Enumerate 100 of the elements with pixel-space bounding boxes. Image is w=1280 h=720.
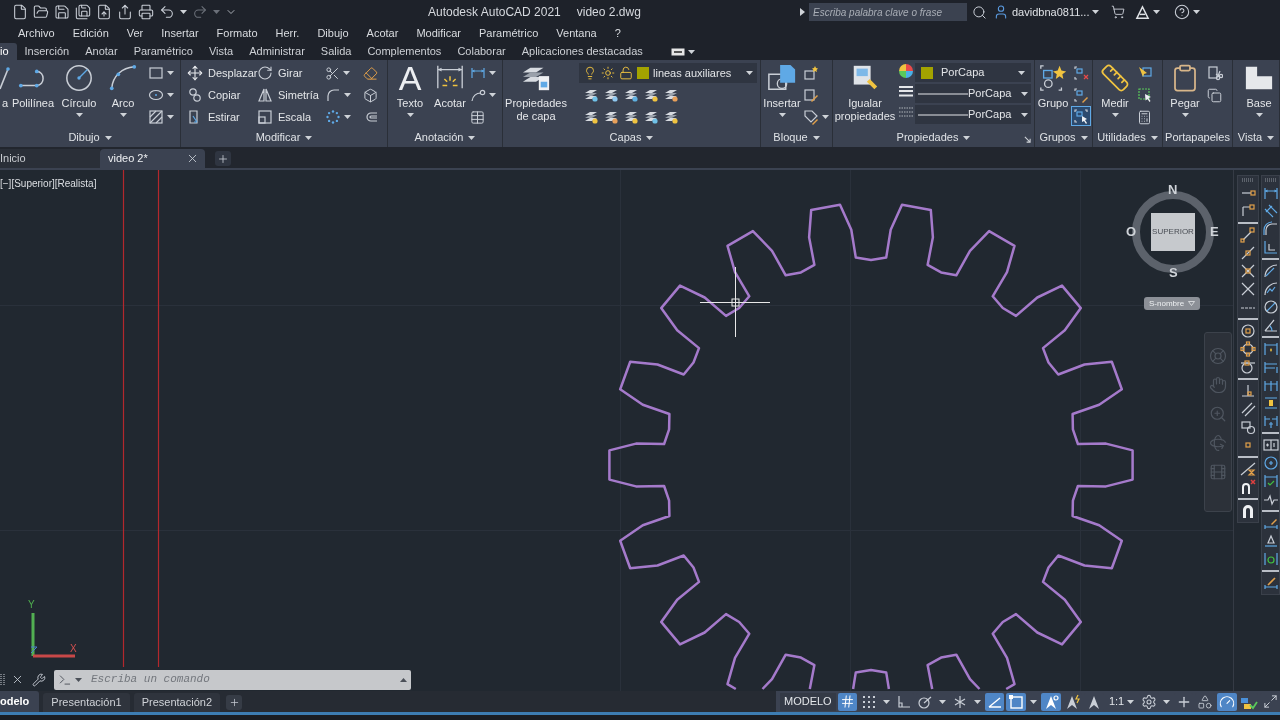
layer-dropdown[interactable]: lineas auxiliares [579, 63, 757, 83]
caret-icon[interactable] [1111, 113, 1119, 117]
ribbon-tool-button[interactable]: Estirar [187, 106, 240, 128]
caret-icon[interactable] [1153, 10, 1161, 14]
compass-letter[interactable]: N [1168, 183, 1178, 197]
ribbon-tab[interactable]: Inserción [16, 43, 78, 60]
line-hourglass-icon[interactable] [1240, 461, 1256, 477]
printer-icon[interactable] [138, 4, 154, 20]
ribbon-button[interactable]: Medir [1093, 60, 1137, 128]
caret-icon[interactable] [1021, 112, 1028, 117]
lineweight-dropdown[interactable]: PorCapa [915, 105, 1031, 124]
ribbon-button[interactable]: Base [1239, 60, 1279, 128]
ribbon-tool-button[interactable]: Copiar [187, 84, 241, 106]
compass-letter[interactable]: E [1210, 225, 1219, 239]
layout-tab[interactable]: Presentación2 [133, 693, 220, 712]
caret-icon[interactable] [1267, 135, 1275, 140]
help-icon[interactable] [1174, 4, 1191, 20]
group-selection-toggle[interactable] [1071, 106, 1091, 126]
perpendicular-icon[interactable] [1240, 383, 1256, 399]
ribbon-button[interactable]: Acotar [430, 60, 470, 128]
share-icon[interactable] [117, 4, 133, 20]
caret-icon[interactable] [1193, 10, 1201, 14]
bracket-refresh-icon[interactable] [1262, 551, 1279, 567]
panel-title[interactable]: Propiedades [896, 129, 971, 146]
dimension-slash-icon[interactable] [1262, 575, 1279, 591]
save-icon[interactable] [54, 4, 70, 20]
caret-icon[interactable] [119, 113, 127, 117]
command-input[interactable]: Escriba un comando [91, 671, 397, 688]
stacked-dimension-icon[interactable] [1262, 359, 1279, 375]
menu-item[interactable]: Paramétrico [479, 25, 539, 42]
menu-item[interactable]: Formato [216, 25, 258, 42]
magnet-cross-icon[interactable] [1240, 479, 1256, 495]
panel-title[interactable]: Anotación [414, 129, 476, 146]
caret-icon[interactable] [746, 71, 753, 75]
caret-icon[interactable] [822, 115, 829, 119]
cross-square-icon[interactable] [1240, 263, 1256, 279]
file-tab[interactable]: video 2* [100, 149, 205, 168]
layout-tab[interactable]: odelo [0, 691, 40, 712]
close-icon[interactable] [186, 152, 199, 165]
caret-up-icon[interactable] [400, 677, 407, 682]
tolerance-box-icon[interactable] [1262, 437, 1279, 453]
caret-icon[interactable] [167, 71, 174, 75]
caret-icon[interactable] [104, 135, 112, 140]
layout-tab[interactable]: Presentación1 [43, 693, 130, 712]
panel-title[interactable]: Capas [609, 129, 654, 146]
ribbon-button[interactable]: Círculo [56, 60, 102, 128]
status-toggle[interactable] [837, 692, 858, 711]
panel-title[interactable]: Utilidades [1097, 129, 1158, 146]
menu-item[interactable]: Herr. [275, 25, 300, 42]
caret-icon[interactable] [1150, 135, 1158, 140]
viewport-controls[interactable]: [−][Superior][Realista] [0, 176, 97, 191]
panel-title[interactable]: Dibujo [68, 129, 112, 146]
menu-item[interactable]: Edición [72, 25, 109, 42]
caret-icon[interactable] [1255, 113, 1263, 117]
caret-icon[interactable] [1127, 699, 1135, 704]
ribbon-button[interactable]: Pegar [1163, 60, 1207, 128]
menu-item[interactable]: Insertar [161, 25, 199, 42]
caret-icon[interactable] [167, 115, 174, 119]
ribbon-button[interactable]: Insertar [761, 60, 803, 128]
ribbon-button[interactable]: Grupo [1035, 60, 1071, 128]
caret-icon[interactable] [489, 93, 496, 97]
undo-icon[interactable] [159, 4, 175, 20]
ribbon-button[interactable]: Arco [102, 60, 144, 128]
user-icon[interactable] [993, 4, 1009, 20]
caret-icon[interactable] [882, 699, 890, 704]
new-tab-button[interactable] [215, 151, 231, 166]
axes-icon[interactable] [1262, 239, 1279, 255]
tangent-circle-icon[interactable] [1240, 359, 1256, 375]
caret-icon[interactable] [812, 135, 820, 140]
arc-dimension-icon[interactable] [1262, 221, 1279, 237]
ribbon-button[interactable]: a [0, 60, 10, 128]
triangle-logo-icon[interactable] [1135, 4, 1151, 20]
ribbon-tab[interactable]: Administrar [241, 43, 313, 60]
dialog-launcher-icon[interactable] [1024, 136, 1031, 143]
ribbon-tab[interactable]: io [0, 43, 17, 60]
ribbon-tab[interactable]: Paramétrico [125, 43, 201, 60]
new-file-icon[interactable] [12, 4, 28, 20]
ribbon-tool-button[interactable]: Escala [257, 106, 312, 128]
horizontal-dimension-icon[interactable] [1262, 185, 1279, 201]
caret-icon[interactable] [963, 135, 971, 140]
triangle-line-icon[interactable] [1262, 533, 1279, 549]
panel-title[interactable]: Bloque [773, 129, 820, 146]
bracket-check-icon[interactable] [1262, 473, 1279, 489]
bracket-spark-icon[interactable] [1262, 341, 1279, 357]
search-icon[interactable] [972, 4, 987, 20]
ribbon-tab[interactable]: Anotar [77, 43, 126, 60]
caret-icon[interactable] [305, 135, 313, 140]
caret-icon[interactable] [344, 115, 351, 119]
panel-title[interactable]: Portapapeles [1165, 129, 1230, 146]
broken-dimension-icon[interactable] [1262, 413, 1279, 429]
slash-square-icon[interactable] [1240, 245, 1256, 261]
status-toggle[interactable] [1217, 692, 1237, 711]
close-icon[interactable] [11, 673, 24, 686]
status-toggle[interactable] [1041, 692, 1061, 711]
folder-icon[interactable] [33, 4, 49, 20]
arc-radius-icon[interactable] [1262, 263, 1279, 279]
redo-icon[interactable] [192, 4, 208, 20]
ribbon-tab[interactable]: Complementos [359, 43, 450, 60]
diagonal-square-icon[interactable] [1240, 227, 1256, 243]
grip-handle-icon[interactable] [1242, 178, 1254, 182]
